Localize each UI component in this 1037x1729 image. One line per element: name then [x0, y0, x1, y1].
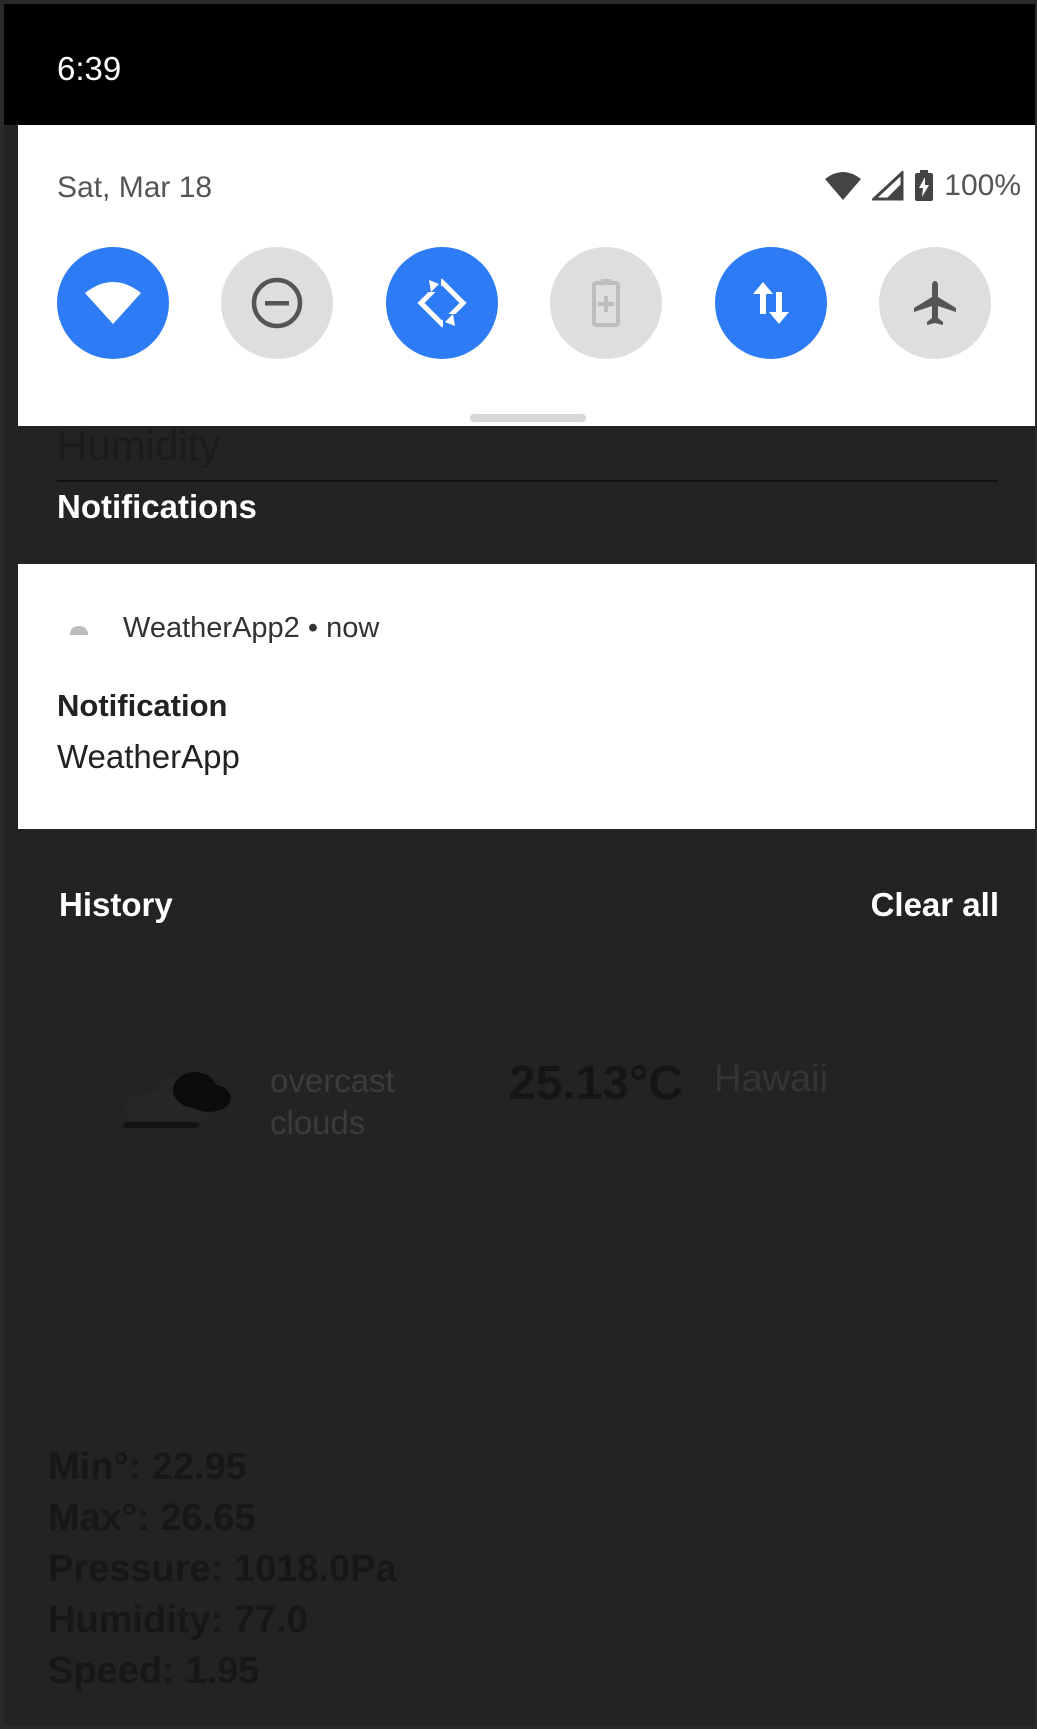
qs-status-icons: 100%: [824, 169, 1021, 203]
stat-max: Max°: 26.65: [48, 1497, 256, 1539]
status-bar: 6:39: [4, 4, 1035, 125]
airplane-icon: [914, 281, 956, 325]
stat-min: Min°: 22.95: [48, 1446, 247, 1488]
auto-rotate-icon: [417, 278, 467, 328]
description-line-2: clouds: [270, 1104, 366, 1141]
tile-airplane-mode[interactable]: [879, 247, 991, 359]
notification-body: WeatherApp: [57, 738, 240, 775]
app-small-icon: [70, 626, 88, 635]
background-divider: [57, 480, 998, 482]
weather-stats: Min°: 22.95 Max°: 26.65 Pressure: 1018.0…: [48, 1442, 397, 1697]
temperature-value: 25.13°C: [509, 1057, 683, 1110]
city-name: Hawaii: [714, 1058, 829, 1100]
status-clock: 6:39: [57, 50, 122, 87]
description-line-1: overcast: [270, 1062, 395, 1099]
tile-wifi[interactable]: [57, 247, 169, 359]
stat-pressure: Pressure: 1018.0Pa: [48, 1548, 397, 1590]
history-button[interactable]: History: [59, 886, 173, 924]
background-humidity-label: Humidity: [57, 422, 221, 469]
weather-description: overcast clouds: [270, 1060, 395, 1144]
tile-auto-rotate[interactable]: [386, 247, 498, 359]
stat-speed: Speed: 1.95: [48, 1650, 260, 1692]
quick-settings-panel: Sat, Mar 18 100%: [18, 125, 1035, 426]
phone-screen: Humidity overcast clouds 25.13°C Hawaii …: [4, 4, 1035, 1726]
notification-title: Notification: [57, 688, 228, 723]
wifi-icon: [85, 282, 141, 324]
notification-app-name: WeatherApp2 • now: [123, 612, 380, 644]
tile-mobile-data[interactable]: [715, 247, 827, 359]
battery-charging-icon: [915, 170, 934, 201]
cellular-signal-icon: [872, 171, 904, 201]
tile-do-not-disturb[interactable]: [221, 247, 333, 359]
wifi-signal-icon: [825, 172, 862, 200]
battery-percent: 100%: [944, 169, 1021, 202]
battery-saver-icon: [592, 279, 620, 327]
mobile-data-arrows-icon: [753, 282, 789, 324]
clear-all-button[interactable]: Clear all: [871, 886, 999, 924]
do-not-disturb-icon: [251, 277, 303, 329]
overcast-cloud-icon: [123, 1072, 231, 1128]
qs-date[interactable]: Sat, Mar 18: [57, 171, 212, 205]
notifications-header: Notifications: [57, 488, 257, 525]
notification-card[interactable]: WeatherApp2 • now Notification WeatherAp…: [18, 564, 1035, 829]
tile-battery-saver[interactable]: [550, 247, 662, 359]
stat-humidity: Humidity: 77.0: [48, 1599, 308, 1641]
qs-drag-handle[interactable]: [470, 414, 586, 422]
